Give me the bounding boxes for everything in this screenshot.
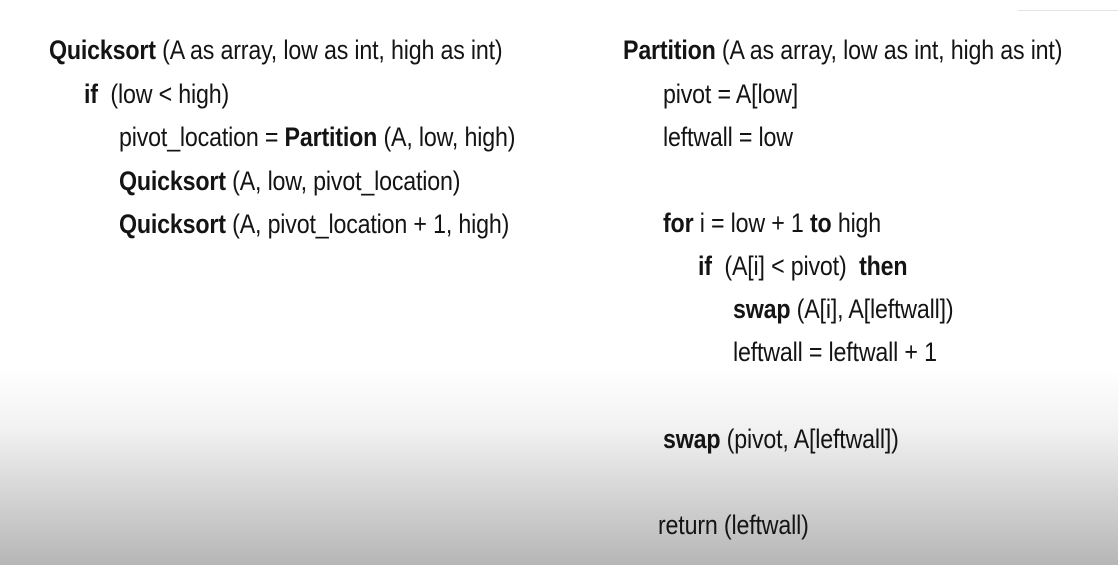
return-line: return (leftwall) bbox=[658, 510, 809, 540]
partition-pseudocode: Partition (A as array, low as int, high … bbox=[0, 0, 1118, 565]
swap-final-line: swap (pivot, A[leftwall]) bbox=[663, 423, 899, 455]
swap-inner-line: swap (A[i], A[leftwall]) bbox=[733, 293, 954, 325]
partition-keyword: Partition bbox=[623, 35, 716, 65]
then-keyword: then bbox=[859, 251, 908, 281]
partition-signature: Partition (A as array, low as int, high … bbox=[623, 34, 1062, 66]
leftwall-init-line: leftwall = low bbox=[663, 122, 793, 152]
partition-params: (A as array, low as int, high as int) bbox=[715, 35, 1063, 65]
for-range-start: i = low + 1 bbox=[693, 208, 810, 238]
if-keyword: if bbox=[698, 251, 712, 281]
pivot-assign-line: pivot = A[low] bbox=[663, 79, 799, 109]
partition-if-line: if (A[i] < pivot) then bbox=[698, 250, 908, 282]
if-condition: (A[i] < pivot) bbox=[711, 251, 860, 281]
swap-keyword: swap bbox=[733, 294, 791, 324]
to-keyword: to bbox=[809, 208, 832, 238]
swap-args: (A[i], A[leftwall]) bbox=[790, 294, 954, 324]
swap-args: (pivot, A[leftwall]) bbox=[720, 424, 899, 454]
for-keyword: for bbox=[663, 208, 694, 238]
for-range-end: high bbox=[831, 208, 882, 238]
swap-keyword: swap bbox=[663, 424, 721, 454]
for-loop-line: for i = low + 1 to high bbox=[663, 207, 881, 239]
leftwall-increment-line: leftwall = leftwall + 1 bbox=[733, 337, 937, 367]
